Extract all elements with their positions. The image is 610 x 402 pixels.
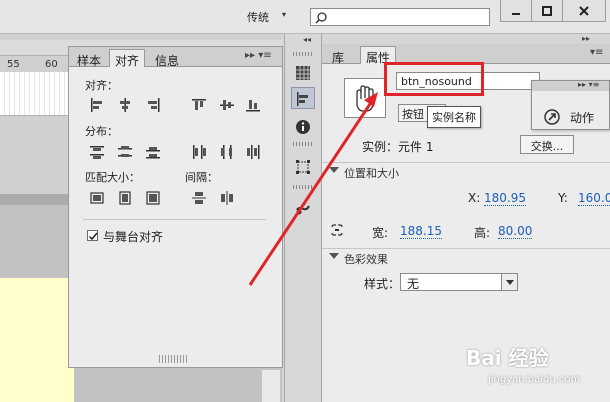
space-horizontal-icon[interactable] [219, 190, 235, 206]
align-hcenter-icon[interactable] [117, 97, 133, 113]
align-to-stage-checkbox[interactable] [87, 230, 98, 241]
align-section-label: 对齐： [85, 79, 118, 92]
actions-panel: ▸▸ ▾≡ 动作 [531, 80, 610, 130]
tab-align[interactable]: 对齐 [109, 49, 146, 68]
panel-header: ▸▸ [322, 34, 610, 44]
info-icon [296, 120, 310, 134]
align-to-stage-label[interactable]: 与舞台对齐 [103, 228, 163, 245]
stage[interactable] [0, 278, 74, 402]
grip[interactable] [293, 52, 313, 56]
grip[interactable] [293, 185, 313, 189]
align-panel-button[interactable] [291, 87, 315, 109]
height-label: 高: [474, 226, 491, 240]
space-vertical-icon[interactable] [191, 190, 207, 206]
panel-header: ▸▸ ▾≡ [532, 80, 609, 91]
align-right-icon[interactable] [145, 97, 161, 113]
align-vcenter-icon[interactable] [219, 97, 235, 113]
motion-presets-button[interactable] [291, 196, 315, 218]
button-symbol-icon [344, 78, 386, 118]
frame-number: 60 [45, 59, 58, 70]
distribute-right-icon[interactable] [245, 144, 261, 160]
align-panel-tabs: 样本 对齐 信息 ▸▸ ▾≡ [69, 47, 282, 68]
panel-menu-icon[interactable]: ▸▸ ▾≡ [245, 50, 272, 61]
divider [83, 219, 266, 220]
distribute-vcenter-icon[interactable] [117, 144, 133, 160]
check-icon [88, 232, 98, 241]
properties-tabs: 库 属性 ▾≡ [322, 44, 610, 65]
transform-panel-button[interactable] [291, 155, 315, 177]
close-icon [579, 5, 589, 16]
hand-pointer-icon [356, 85, 374, 112]
minimize-button[interactable] [500, 0, 532, 22]
actions-icon[interactable] [544, 109, 560, 125]
distribute-left-icon[interactable] [191, 144, 207, 160]
collapse-icon[interactable]: ◂◂ [303, 35, 311, 44]
instance-label: 实例：元件 1 [362, 140, 434, 154]
chevron-down-icon[interactable] [501, 274, 517, 290]
transform-icon [296, 160, 310, 174]
link-icon[interactable] [330, 224, 344, 236]
position-size-section[interactable]: 位置和大小 [322, 162, 610, 180]
width-label: 宽: [372, 226, 389, 240]
tab-library[interactable]: 库 [326, 46, 350, 65]
actions-label[interactable]: 动作 [570, 109, 594, 126]
distribute-bottom-icon[interactable] [145, 144, 161, 160]
scrollbar[interactable] [262, 370, 280, 402]
swatches-panel-button[interactable] [291, 61, 315, 83]
watermark-url: jingyan.baidu.com [488, 374, 581, 385]
watermark-logo: Bai 经验 [466, 346, 549, 370]
tab-swatches[interactable]: 样本 [71, 49, 107, 68]
tab-info[interactable]: 信息 [149, 49, 185, 68]
width-value[interactable]: 188.15 [400, 224, 442, 239]
motion-icon [296, 205, 310, 215]
match-width-icon[interactable] [89, 190, 105, 206]
annotation-highlight-box [384, 62, 484, 96]
workspace-selector[interactable]: 传统 [247, 9, 269, 25]
search-input[interactable] [310, 8, 490, 26]
distribute-hcenter-icon[interactable] [219, 144, 235, 160]
match-size-icon[interactable] [145, 190, 161, 206]
chevron-down-icon [329, 167, 339, 173]
panel-icon-strip: ◂◂ [284, 34, 322, 402]
resize-grip[interactable] [159, 355, 189, 363]
info-panel-button[interactable] [291, 115, 315, 137]
align-icon [297, 92, 308, 106]
chevron-down-icon [329, 253, 339, 259]
style-select[interactable]: 无 [400, 273, 518, 291]
top-bar: 传统 ▾ [0, 0, 610, 34]
align-bottom-icon[interactable] [245, 97, 261, 113]
align-left-icon[interactable] [89, 97, 105, 113]
height-value[interactable]: 80.00 [498, 224, 533, 239]
align-panel: 样本 对齐 信息 ▸▸ ▾≡ 对齐： 分布： 匹配大小： 间隔： 与舞台对齐 [68, 46, 283, 368]
chevron-down-icon[interactable]: ▾ [282, 10, 286, 19]
close-button[interactable] [562, 0, 606, 22]
section-title: 位置和大小 [344, 167, 399, 180]
spacing-section-label: 间隔： [185, 171, 218, 184]
distribute-section-label: 分布： [85, 125, 118, 138]
x-value[interactable]: 180.95 [484, 191, 526, 206]
swatches-icon [296, 66, 310, 80]
panel-menu-icon[interactable]: ▾≡ [590, 47, 603, 58]
search-icon [315, 12, 327, 24]
grip[interactable] [293, 142, 313, 146]
style-selected-value: 无 [407, 277, 420, 291]
match-height-icon[interactable] [117, 190, 133, 206]
maximize-icon [542, 5, 552, 16]
frame-number: 55 [7, 59, 20, 70]
y-label: Y: [558, 191, 568, 205]
tooltip: 实例名称 [427, 106, 481, 128]
color-effect-section[interactable]: 色彩效果 [322, 248, 610, 266]
panel-menu-icon[interactable]: ▸▸ ▾≡ [578, 80, 599, 89]
swap-button[interactable]: 交换... [520, 135, 574, 154]
distribute-top-icon[interactable] [89, 144, 105, 160]
maximize-button[interactable] [531, 0, 563, 22]
minimize-icon [512, 12, 520, 15]
match-size-section-label: 匹配大小： [85, 171, 140, 184]
y-value[interactable]: 160.00 [578, 191, 610, 206]
align-top-icon[interactable] [191, 97, 207, 113]
section-title: 色彩效果 [344, 253, 388, 266]
style-label: 样式： [364, 277, 401, 291]
collapse-icon[interactable]: ▸▸ [582, 34, 590, 43]
x-label: X: [468, 191, 481, 205]
